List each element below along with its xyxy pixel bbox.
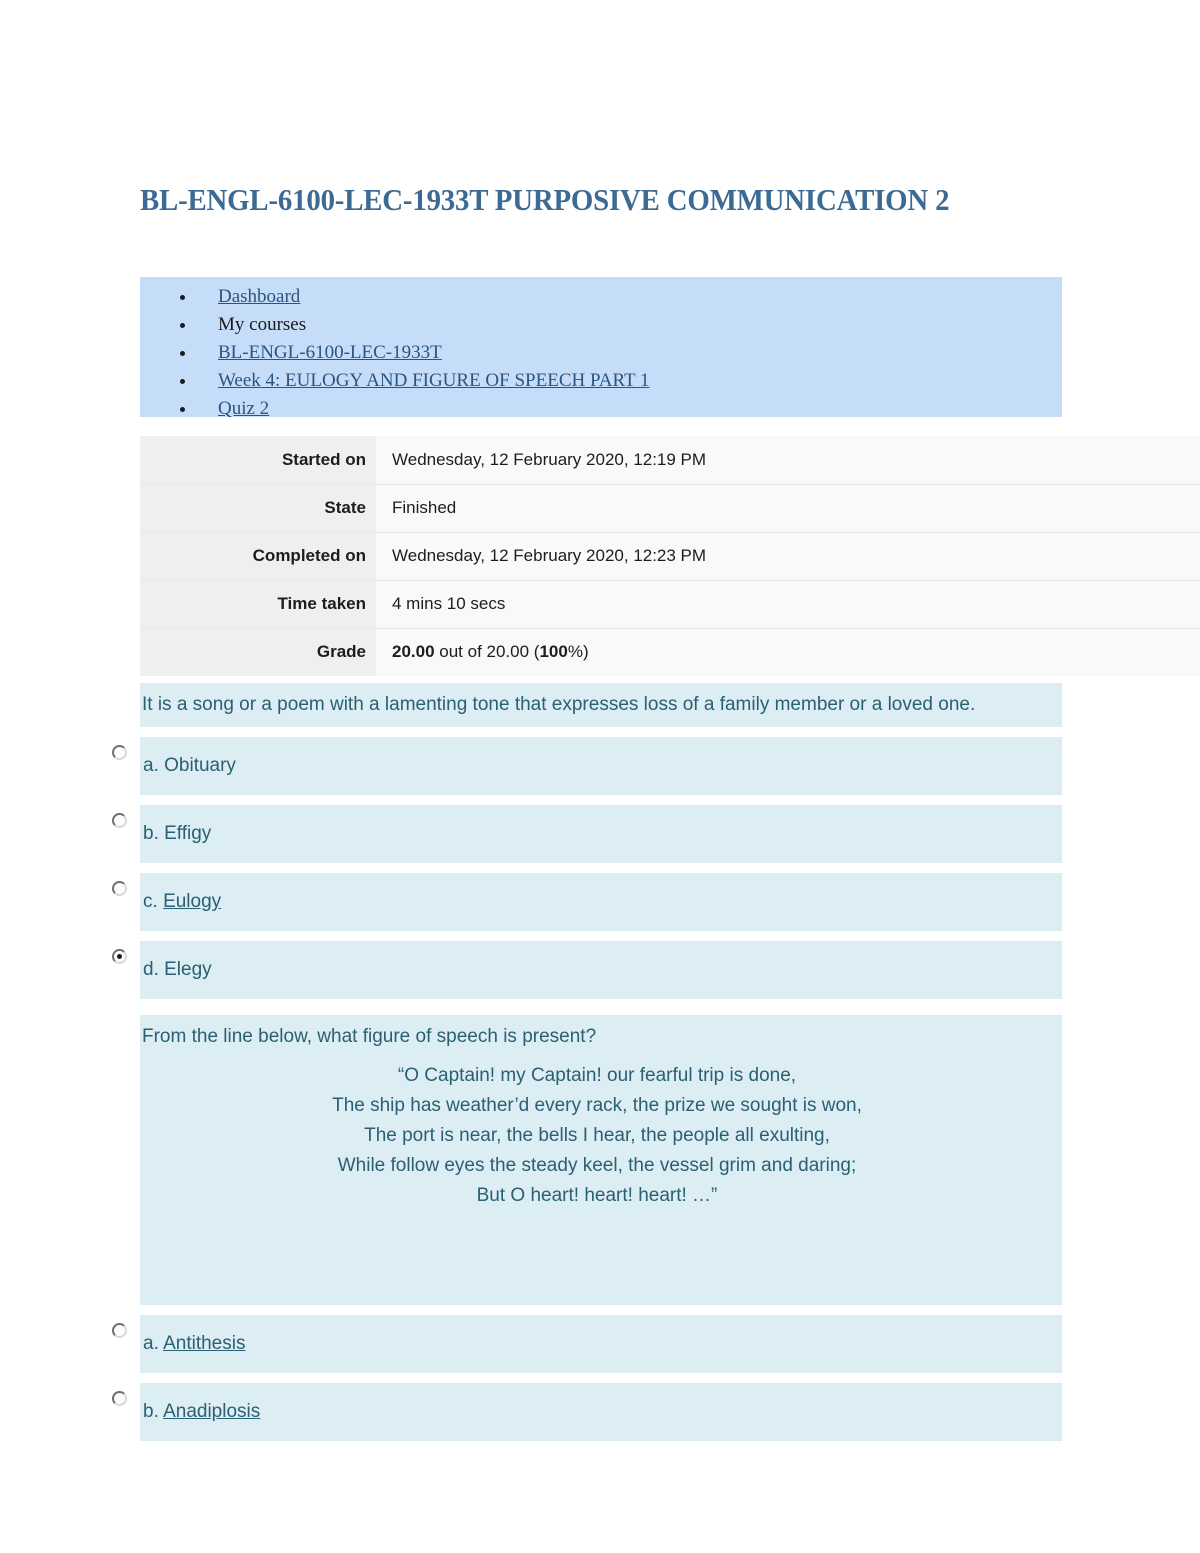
poem-line: While follow eyes the steady keel, the v… bbox=[337, 1155, 857, 1176]
question-1-option-d[interactable]: d. Elegy bbox=[0, 941, 1200, 999]
option-prefix: c. bbox=[143, 891, 164, 912]
option-background bbox=[140, 1383, 1062, 1441]
poem-line: But O heart! heart! heart! …” bbox=[476, 1185, 718, 1206]
option-prefix: b. bbox=[143, 1401, 164, 1422]
quiz-questions-area: It is a song or a poem with a lamenting … bbox=[0, 683, 1200, 1441]
option-background bbox=[140, 737, 1062, 795]
option-link-label[interactable]: Eulogy bbox=[163, 891, 221, 912]
table-row: Time taken 4 mins 10 secs bbox=[140, 579, 1200, 628]
table-row: State Finished bbox=[140, 483, 1200, 532]
radio-button-icon-selected[interactable] bbox=[112, 949, 127, 964]
option-background bbox=[140, 1315, 1062, 1373]
row-value: 4 mins 10 secs bbox=[376, 579, 1200, 628]
radio-container[interactable] bbox=[103, 737, 140, 774]
question-2-prompt: From the line below, what figure of spee… bbox=[142, 1026, 597, 1047]
grade-suffix: %) bbox=[567, 642, 589, 662]
question-2-poem: “O Captain! my Captain! our fearful trip… bbox=[142, 1053, 1052, 1211]
row-label: Started on bbox=[140, 436, 376, 484]
question-2-option-a[interactable]: a. Antithesis bbox=[0, 1315, 1200, 1373]
radio-button-icon[interactable] bbox=[112, 881, 127, 896]
question-1-option-b[interactable]: b. Effigy bbox=[0, 805, 1200, 863]
option-link-label[interactable]: Anadiplosis bbox=[163, 1401, 260, 1422]
attempt-summary-table: Started on Wednesday, 12 February 2020, … bbox=[140, 436, 1200, 676]
row-label: Time taken bbox=[140, 579, 376, 628]
option-link-label[interactable]: Antithesis bbox=[163, 1333, 245, 1354]
breadcrumb: Dashboard My courses BL-ENGL-6100-LEC-19… bbox=[140, 277, 1062, 419]
row-value: Finished bbox=[376, 483, 1200, 532]
radio-button-icon[interactable] bbox=[112, 813, 127, 828]
row-label: State bbox=[140, 483, 376, 532]
option-background bbox=[140, 873, 1062, 931]
breadcrumb-list: Dashboard My courses BL-ENGL-6100-LEC-19… bbox=[140, 283, 1062, 423]
table-row: Completed on Wednesday, 12 February 2020… bbox=[140, 531, 1200, 580]
question-1-option-a[interactable]: a. Obituary bbox=[0, 737, 1200, 795]
option-prefix: a. bbox=[143, 1333, 164, 1354]
breadcrumb-link-label[interactable]: Quiz 2 bbox=[218, 398, 269, 419]
question-2-stem: From the line below, what figure of spee… bbox=[140, 1015, 1062, 1305]
question-2-option-b[interactable]: b. Anadiplosis bbox=[0, 1383, 1200, 1441]
option-label: b. Anadiplosis bbox=[143, 1401, 260, 1423]
breadcrumb-item-week4[interactable]: Week 4: EULOGY AND FIGURE OF SPEECH PART… bbox=[140, 367, 1062, 395]
grade-earned: 20.00 bbox=[392, 642, 435, 662]
option-label: b. Effigy bbox=[143, 823, 212, 844]
grade-value: 20.00 out of 20.00 (100%) bbox=[376, 627, 1200, 676]
radio-container[interactable] bbox=[103, 1383, 140, 1420]
breadcrumb-item-quiz2[interactable]: Quiz 2 bbox=[140, 395, 1062, 423]
question-1-stem: It is a song or a poem with a lamenting … bbox=[140, 683, 1062, 727]
table-row-grade: Grade 20.00 out of 20.00 (100%) bbox=[140, 627, 1200, 676]
option-label: c. Eulogy bbox=[143, 891, 221, 913]
question-1-option-c[interactable]: c. Eulogy bbox=[0, 873, 1200, 931]
page-title: BL-ENGL-6100-LEC-1933T PURPOSIVE COMMUNI… bbox=[140, 182, 950, 217]
row-value: Wednesday, 12 February 2020, 12:19 PM bbox=[376, 436, 1200, 484]
breadcrumb-link-label[interactable]: Week 4: EULOGY AND FIGURE OF SPEECH PART… bbox=[218, 370, 650, 391]
row-label: Grade bbox=[140, 627, 376, 676]
poem-line: The port is near, the bells I hear, the … bbox=[364, 1125, 830, 1146]
grade-percent: 100 bbox=[539, 642, 568, 662]
row-value: Wednesday, 12 February 2020, 12:23 PM bbox=[376, 531, 1200, 580]
radio-container[interactable] bbox=[103, 805, 140, 842]
breadcrumb-link-label[interactable]: BL-ENGL-6100-LEC-1933T bbox=[218, 342, 442, 363]
radio-button-icon[interactable] bbox=[112, 1391, 127, 1406]
radio-button-icon[interactable] bbox=[112, 745, 127, 760]
option-label: a. Obituary bbox=[143, 755, 236, 776]
breadcrumb-item-dashboard[interactable]: Dashboard bbox=[140, 283, 1062, 311]
radio-container[interactable] bbox=[103, 873, 140, 910]
radio-container[interactable] bbox=[103, 941, 140, 978]
option-background bbox=[140, 941, 1062, 999]
poem-line: The ship has weather’d every rack, the p… bbox=[332, 1095, 862, 1116]
radio-button-icon[interactable] bbox=[112, 1323, 127, 1338]
breadcrumb-item-course[interactable]: BL-ENGL-6100-LEC-1933T bbox=[140, 339, 1062, 367]
option-label: a. Antithesis bbox=[143, 1333, 245, 1355]
radio-container[interactable] bbox=[103, 1315, 140, 1352]
row-label: Completed on bbox=[140, 531, 376, 580]
table-row: Started on Wednesday, 12 February 2020, … bbox=[140, 436, 1200, 484]
option-label: d. Elegy bbox=[143, 959, 212, 980]
poem-line: “O Captain! my Captain! our fearful trip… bbox=[397, 1065, 797, 1086]
option-background bbox=[140, 805, 1062, 863]
breadcrumb-plain-label: My courses bbox=[218, 314, 307, 335]
breadcrumb-item-my-courses: My courses bbox=[140, 311, 1062, 339]
breadcrumb-link-label[interactable]: Dashboard bbox=[218, 286, 300, 307]
grade-middle: out of 20.00 ( bbox=[434, 642, 540, 662]
